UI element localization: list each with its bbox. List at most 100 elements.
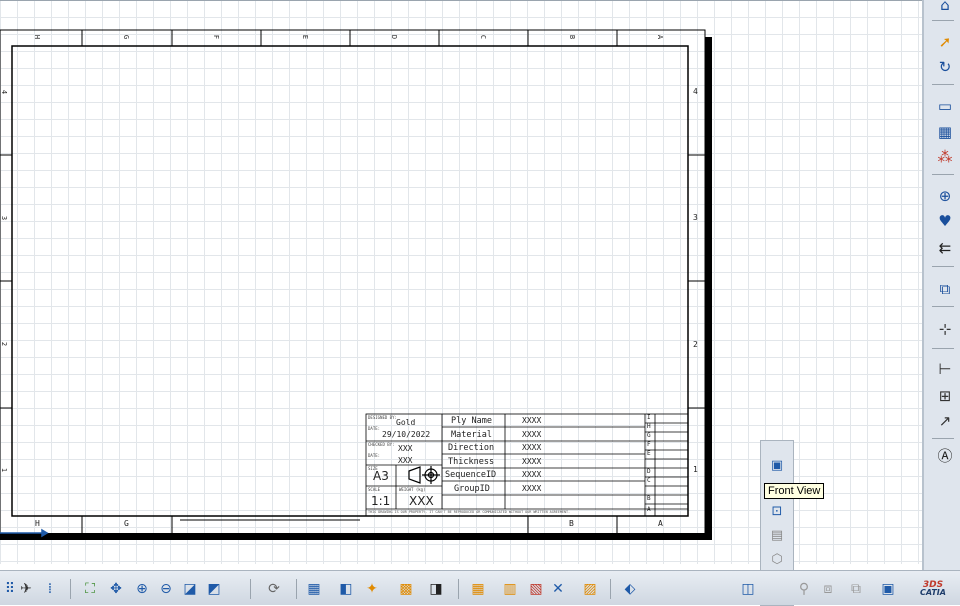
- link-disabled-icon[interactable]: ⧈: [818, 579, 838, 599]
- thickness-value: XXXX: [522, 457, 542, 466]
- revision-letter: I: [647, 414, 651, 421]
- select-arrow-icon[interactable]: ➚: [934, 31, 956, 53]
- sheet-inner-border: [11, 45, 689, 517]
- checked-by-label: CHECKED BY:: [368, 442, 395, 447]
- zone-label-right: 1: [693, 465, 698, 474]
- front-view-icon[interactable]: ▣: [767, 455, 787, 475]
- sheet-shadow-bottom: [0, 533, 712, 540]
- zone-label-top: F: [212, 34, 221, 40]
- analysis-icon[interactable]: ✦: [362, 579, 382, 599]
- zone-label-top: E: [301, 34, 310, 40]
- catia-logo-text: CATIA: [920, 588, 946, 597]
- group-id-value: XXXX: [522, 484, 542, 493]
- designed-by-label: DESIGNED BY:: [368, 415, 397, 420]
- fly-icon[interactable]: ✈: [16, 579, 36, 599]
- zone-label-left: 3: [0, 215, 9, 221]
- revision-letter: E: [647, 450, 651, 457]
- eraser-icon[interactable]: ⬖: [620, 579, 640, 599]
- designed-by-value: Gold: [396, 418, 416, 427]
- snap-grid-icon[interactable]: ▦: [304, 579, 324, 599]
- view-link-icon[interactable]: ◫: [738, 579, 758, 599]
- revision-letter: H: [647, 423, 651, 430]
- checked-by-value: XXX: [398, 444, 413, 453]
- toolbar-separator: [932, 348, 954, 349]
- direction-value: XXXX: [522, 443, 542, 452]
- sheet-icon[interactable]: ▭: [934, 95, 956, 117]
- axis-icon[interactable]: ⊹: [934, 318, 956, 340]
- views-icon[interactable]: ▦: [934, 121, 956, 143]
- sheets-icon[interactable]: ⧉: [934, 278, 956, 300]
- pan-icon[interactable]: ✥: [106, 579, 126, 599]
- weight-label: WEIGHT (kg): [399, 487, 426, 492]
- sheet-properties-icon[interactable]: ▨: [580, 579, 600, 599]
- zone-label-top: A: [656, 34, 665, 40]
- zone-label-top: H: [33, 34, 42, 40]
- revision-letter: G: [647, 432, 651, 439]
- dress-up-icon[interactable]: ⁂: [934, 146, 956, 168]
- size-value: A3: [373, 469, 389, 483]
- auxiliary-view-icon[interactable]: ▤: [767, 525, 787, 545]
- right-toolbar: ⌂ ➚ ↻ ▭ ▦ ⁂ ⊕ ♥ ⇇ ⧉ ⊹ ⊢ ⊞ ↗ Ⓐ: [922, 0, 960, 570]
- scale-label: SCALE: [368, 487, 381, 492]
- copy-disabled-icon[interactable]: ⧉: [846, 579, 866, 599]
- catia-logo: 3DS CATIA: [912, 579, 954, 599]
- presentation-icon[interactable]: ▣: [878, 579, 898, 599]
- update-icon[interactable]: ⟳: [264, 579, 284, 599]
- point-icon[interactable]: ⊕: [934, 185, 956, 207]
- sheet-shadow-right: [705, 37, 712, 540]
- isometric-view-icon[interactable]: ⬡: [767, 549, 787, 569]
- toolbar-separator: [932, 174, 954, 175]
- annotation-icon[interactable]: ♥: [934, 210, 956, 232]
- dimension-icon[interactable]: ⊢: [934, 358, 956, 380]
- cursor-disabled-icon[interactable]: ⚲: [794, 579, 814, 599]
- rotate-icon[interactable]: ↻: [934, 56, 956, 78]
- toolbar-separator: [932, 306, 954, 307]
- bottom-toolbar: ⠿ ✈ ⁞ ⛶ ✥ ⊕ ⊖ ◪ ◩ ⟳ ▦ ◧ ✦ ▩ ◨ ▦ ▥ ▧ ✕ ▨ …: [0, 570, 960, 605]
- date2-label: DATE:: [368, 453, 381, 458]
- toolbar-separator: [932, 438, 954, 439]
- text-icon[interactable]: Ⓐ: [934, 444, 956, 466]
- revision-letter: C: [647, 477, 651, 484]
- revision-letter: B: [647, 495, 651, 502]
- toolbar-separator: [932, 20, 954, 21]
- tolerance-icon[interactable]: ⊞: [934, 385, 956, 407]
- revision-letter: D: [647, 468, 651, 475]
- date2-value: XXX: [398, 456, 413, 465]
- arrow-icon[interactable]: ⇇: [934, 237, 956, 259]
- toolbar-separator: [932, 266, 954, 267]
- date-label: DATE:: [368, 426, 381, 431]
- generate-icon[interactable]: ▥: [500, 579, 520, 599]
- grid-display-icon[interactable]: ▦: [468, 579, 488, 599]
- top-zone-ticks: [81, 30, 618, 46]
- zoom-in-icon[interactable]: ⊕: [132, 579, 152, 599]
- ply-name-value: XXXX: [522, 416, 542, 425]
- weight-value: XXX: [409, 494, 434, 508]
- chain-dimension-icon[interactable]: ↗: [934, 410, 956, 432]
- zone-label-top: G: [122, 34, 131, 40]
- projection-symbol-icon: [408, 466, 440, 484]
- normal-view-icon[interactable]: ◪: [180, 579, 200, 599]
- date-value: 29/10/2022: [382, 430, 431, 439]
- tree-icon[interactable]: ⌂: [934, 0, 956, 16]
- zone-label-bottom: H: [35, 519, 40, 528]
- front-view-tooltip: Front View: [764, 483, 825, 499]
- cut-view-icon[interactable]: ◧: [336, 579, 356, 599]
- toolbar-separator: [932, 84, 954, 85]
- view-frame-icon[interactable]: ◨: [426, 579, 446, 599]
- view-mode-icon[interactable]: ◩: [204, 579, 224, 599]
- toolbar-separator: [458, 579, 459, 599]
- tools-icon[interactable]: ✕: [548, 579, 568, 599]
- zone-label-right: 2: [693, 340, 698, 349]
- side-zone-ticks: [0, 154, 705, 409]
- fit-all-icon[interactable]: ⛶: [80, 579, 100, 599]
- projection-view-icon[interactable]: ⊡: [767, 501, 787, 521]
- dimension-analysis-icon[interactable]: ▧: [526, 579, 546, 599]
- toolbar-separator: [250, 579, 251, 599]
- filter-icon[interactable]: ▩: [396, 579, 416, 599]
- material-value: XXXX: [522, 430, 542, 439]
- sheet-outer-frame: [0, 29, 706, 538]
- toolbar-separator: [296, 579, 297, 599]
- zoom-out-icon[interactable]: ⊖: [156, 579, 176, 599]
- drawing-footer-note: THIS DRAWING IS OUR PROPERTY. IT CAN'T B…: [368, 510, 571, 514]
- walk-icon[interactable]: ⁞: [40, 579, 60, 599]
